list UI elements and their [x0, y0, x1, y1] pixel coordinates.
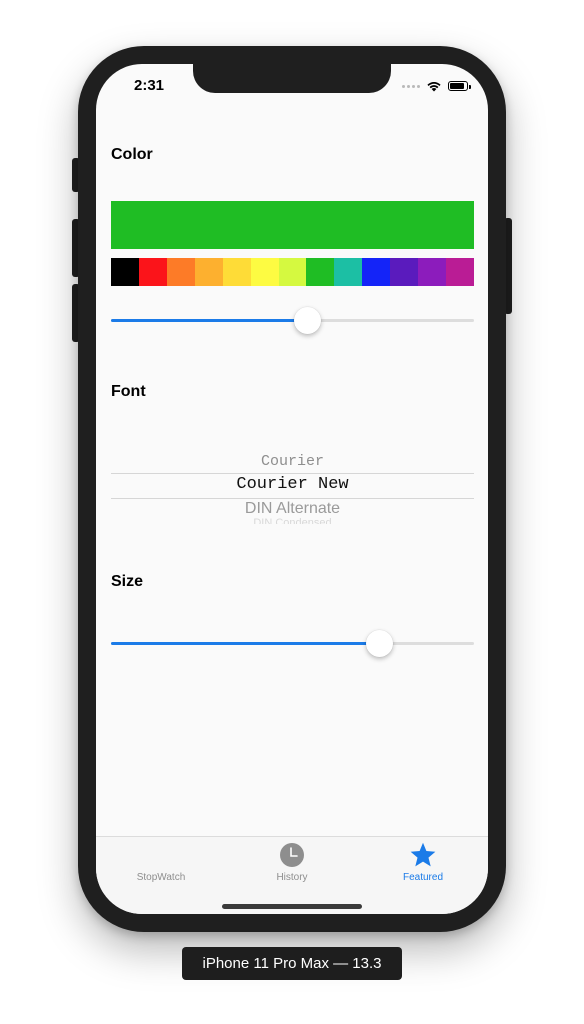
tab-featured-label: Featured	[402, 872, 444, 883]
font-option[interactable]: DIN Condensed	[111, 518, 474, 524]
palette-swatch[interactable]	[334, 258, 363, 286]
palette-swatch[interactable]	[306, 258, 335, 286]
tab-history[interactable]: History	[227, 837, 357, 893]
font-section-title: Font	[111, 383, 146, 400]
palette-swatch[interactable]	[390, 258, 419, 286]
palette-swatch[interactable]	[278, 258, 307, 286]
color-preview	[111, 201, 474, 249]
palette-swatch[interactable]	[166, 258, 195, 286]
notch	[193, 64, 391, 93]
tab-stopwatch-label: StopWatch	[136, 872, 186, 883]
color-section-title: Color	[111, 146, 153, 163]
palette-swatch[interactable]	[362, 258, 391, 286]
font-option[interactable]: DIN Alternate	[111, 500, 474, 518]
tab-history-label: History	[276, 872, 308, 883]
star-icon	[410, 842, 436, 867]
palette-swatch[interactable]	[138, 258, 167, 286]
palette-swatch[interactable]	[418, 258, 447, 286]
status-icons	[402, 79, 471, 93]
font-option-selected[interactable]: Courier New	[111, 475, 474, 494]
signal-icon	[402, 84, 420, 88]
tab-featured[interactable]: Featured	[358, 837, 488, 893]
font-option[interactable]: Courier	[111, 453, 474, 470]
color-palette	[111, 258, 474, 286]
status-time: 2:31	[134, 77, 165, 94]
wifi-icon	[427, 82, 441, 92]
picker-selection-top-line	[111, 473, 474, 474]
palette-swatch[interactable]	[111, 258, 139, 286]
color-slider-thumb[interactable]	[293, 307, 321, 334]
battery-icon	[448, 81, 471, 91]
font-picker[interactable]: Courier Courier New DIN Alternate DIN Co…	[111, 442, 474, 524]
palette-swatch[interactable]	[446, 258, 474, 286]
color-slider-fill	[111, 319, 308, 322]
palette-swatch[interactable]	[250, 258, 279, 286]
tab-bar: StopWatch History Featured	[96, 836, 488, 914]
home-indicator[interactable]	[222, 904, 362, 909]
palette-swatch[interactable]	[222, 258, 251, 286]
picker-selection-bottom-line	[111, 498, 474, 499]
device-label: iPhone 11 Pro Max — 13.3	[182, 947, 402, 980]
tab-stopwatch[interactable]: StopWatch	[96, 837, 226, 893]
palette-swatch[interactable]	[194, 258, 223, 286]
size-slider-thumb[interactable]	[366, 630, 394, 657]
size-slider[interactable]	[111, 630, 474, 658]
size-section-title: Size	[111, 573, 144, 590]
color-slider[interactable]	[111, 307, 474, 335]
clock-icon	[280, 843, 304, 867]
size-slider-fill	[111, 642, 380, 645]
screen: 2:31 Color Font Courier Courier New DIN …	[96, 64, 488, 914]
